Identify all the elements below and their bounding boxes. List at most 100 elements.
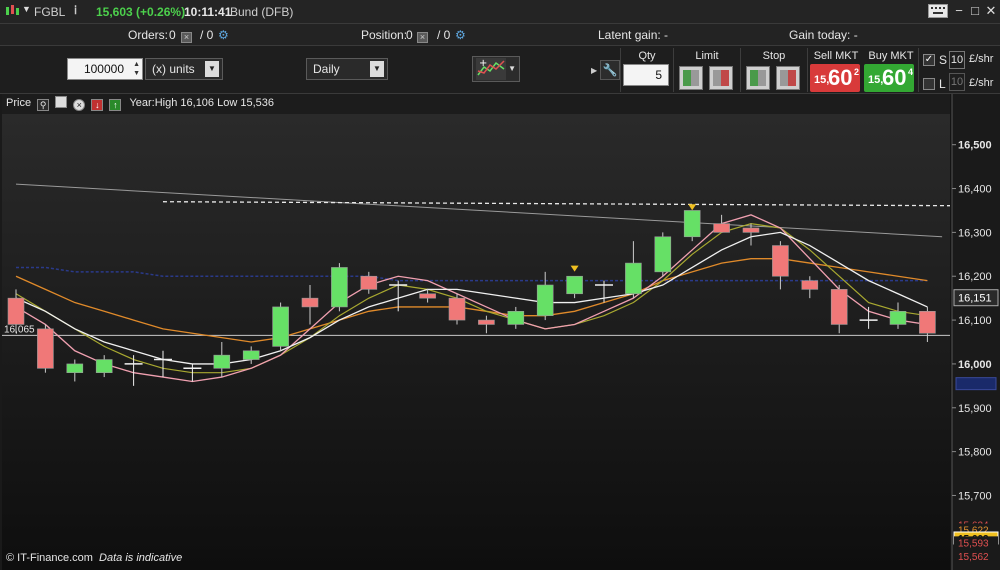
y-tick-label: 16,100 [958, 315, 992, 327]
maximize-button[interactable]: □ [967, 3, 983, 19]
order-toolbar: 100000 ▲ ▼ (x) units ▼ Daily ▼ + ▼ ▶ 🔧 Qt… [0, 46, 1000, 94]
chevron-down-icon: ▼ [508, 64, 516, 73]
wrench-icon[interactable]: 🔧 [600, 60, 620, 80]
candle-body [742, 227, 760, 233]
footer-credit: © IT-Finance.com Data is indicative [6, 552, 182, 564]
l-unit: £/shr [969, 77, 994, 89]
units-value: (x) units [152, 62, 195, 76]
stop-label: Stop [762, 50, 786, 62]
limit-buy-button[interactable] [679, 66, 703, 90]
qty-value: 5 [655, 68, 662, 82]
candle-body [919, 311, 936, 334]
instrument-name: Bund (DFB) [230, 5, 294, 19]
close-button[interactable]: ✕ [983, 3, 999, 19]
price-chart[interactable]: 16,500 16,400 16,300 16,200 16,100 16,000 15,9… [2, 94, 1000, 570]
y-tick-label: 15,800 [958, 447, 992, 459]
limit-label: Limit [695, 50, 719, 62]
stepper-icon[interactable]: ▲ ▼ [133, 60, 140, 78]
sell-mkt-button[interactable]: 15, 60 2 [810, 64, 860, 92]
keyboard-icon[interactable] [928, 4, 948, 21]
symbol-label[interactable]: FGBL [34, 5, 65, 19]
indicative-note: Data is indicative [99, 552, 183, 564]
move-down-icon[interactable]: ↓ [91, 99, 104, 111]
candle-body [713, 223, 730, 233]
plot-area [2, 114, 950, 570]
candle-body [66, 363, 84, 373]
qty-input[interactable]: 5 [623, 64, 669, 86]
sl-group: ✓ S 10 £/shr L 10 £/shr [918, 48, 1000, 92]
orders-label: Orders: [128, 28, 169, 42]
l-label: L [939, 77, 946, 91]
info-bar: Orders: 0 × / 0 ⚙ Position: 0 × / 0 ⚙ La… [0, 24, 1000, 46]
limit-group: Limit [673, 48, 739, 92]
position-label: Position: [361, 28, 408, 42]
s-label: S [939, 53, 948, 67]
y-tick-label: 16,300 [958, 227, 992, 239]
position-clear-icon[interactable]: × [414, 28, 428, 43]
position-count: 0 [406, 28, 413, 42]
candle-body [213, 354, 231, 369]
position-settings-icon[interactable]: ⚙ [455, 28, 466, 42]
s-checkbox[interactable]: ✓ [923, 54, 935, 66]
stop-buy-button[interactable] [746, 66, 770, 90]
candle-body [507, 311, 525, 325]
candle-body [331, 267, 348, 308]
candle-body [654, 236, 672, 273]
period-value: Daily [313, 62, 340, 76]
candle-body [242, 350, 260, 360]
limit-sell-button[interactable] [709, 66, 733, 90]
orders-count: 0 [169, 28, 176, 42]
chevron-down-icon[interactable]: ▼ [22, 4, 31, 14]
title-bar: ▼ FGBL ⅰ 15,603 (+0.26%) 10:11:41 Bund (… [0, 0, 1000, 24]
y-tick-label: 15,900 [958, 403, 992, 415]
candle-body [830, 289, 848, 325]
price-badge-label: 15,562 [958, 552, 989, 563]
candle-body [683, 210, 701, 238]
orders-total: / 0 [200, 28, 214, 42]
clock: 10:11:41 [184, 5, 232, 19]
wrench-icon[interactable]: ⚲ [37, 99, 50, 111]
window-icon[interactable] [55, 96, 68, 108]
close-icon[interactable]: × [73, 99, 86, 111]
chevron-down-icon: ▼ [370, 61, 384, 77]
move-up-icon[interactable]: ↑ [109, 99, 122, 111]
s-count[interactable]: 10 [949, 51, 965, 69]
stop-sell-button[interactable] [776, 66, 800, 90]
y-tick-label: 16,000 [958, 359, 992, 371]
panel-collapse-icon[interactable]: ▶ [591, 66, 597, 75]
units-dropdown[interactable]: (x) units ▼ [145, 58, 223, 80]
current-price-label: 16,151 [958, 293, 992, 305]
candle-body [360, 275, 378, 290]
orders-clear-icon[interactable]: × [178, 28, 192, 43]
buy-price-small: 15, [868, 74, 884, 86]
l-checkbox[interactable] [923, 78, 935, 90]
candles-icon[interactable] [4, 4, 20, 21]
year-range: Year:High 16,106 Low 15,536 [129, 97, 274, 109]
quantity-input[interactable]: 100000 ▲ ▼ [67, 58, 143, 80]
chart-canvas[interactable]: 16,500 16,400 16,300 16,200 16,100 16,000 15,9… [2, 94, 1000, 570]
price-label: Price [6, 97, 32, 109]
buy-mkt-button[interactable]: 15, 60 4 [864, 64, 914, 92]
chart-header: Price ⚲ × ↓ ↑ Year:High 16,106 Low 15,53… [6, 96, 274, 112]
s-unit: £/shr [969, 53, 994, 65]
sell-price-small: 15, [814, 74, 830, 86]
market-group: Sell MKT Buy MKT 15, 60 2 15, 60 4 [807, 48, 917, 92]
candle-body [566, 275, 583, 295]
svg-text:+: + [479, 58, 487, 69]
orders-settings-icon[interactable]: ⚙ [218, 28, 229, 42]
buy-price-big: 60 [882, 65, 907, 90]
candle-body [478, 319, 495, 325]
l-count[interactable]: 10 [949, 73, 965, 91]
qty-label: Qty [638, 50, 656, 62]
candle-body [37, 328, 54, 369]
buy-price-sup: 4 [908, 67, 914, 77]
candle-body [801, 280, 819, 290]
info-icon[interactable]: ⅰ [74, 4, 77, 17]
price-badge-label: 15,593 [958, 538, 989, 549]
period-dropdown[interactable]: Daily ▼ [306, 58, 388, 80]
navy-price-box [955, 377, 997, 391]
minimize-button[interactable]: − [951, 3, 967, 19]
y-tick-label: 16,200 [958, 271, 992, 283]
candle-body [301, 297, 319, 308]
indicators-button[interactable]: + ▼ [472, 56, 520, 82]
